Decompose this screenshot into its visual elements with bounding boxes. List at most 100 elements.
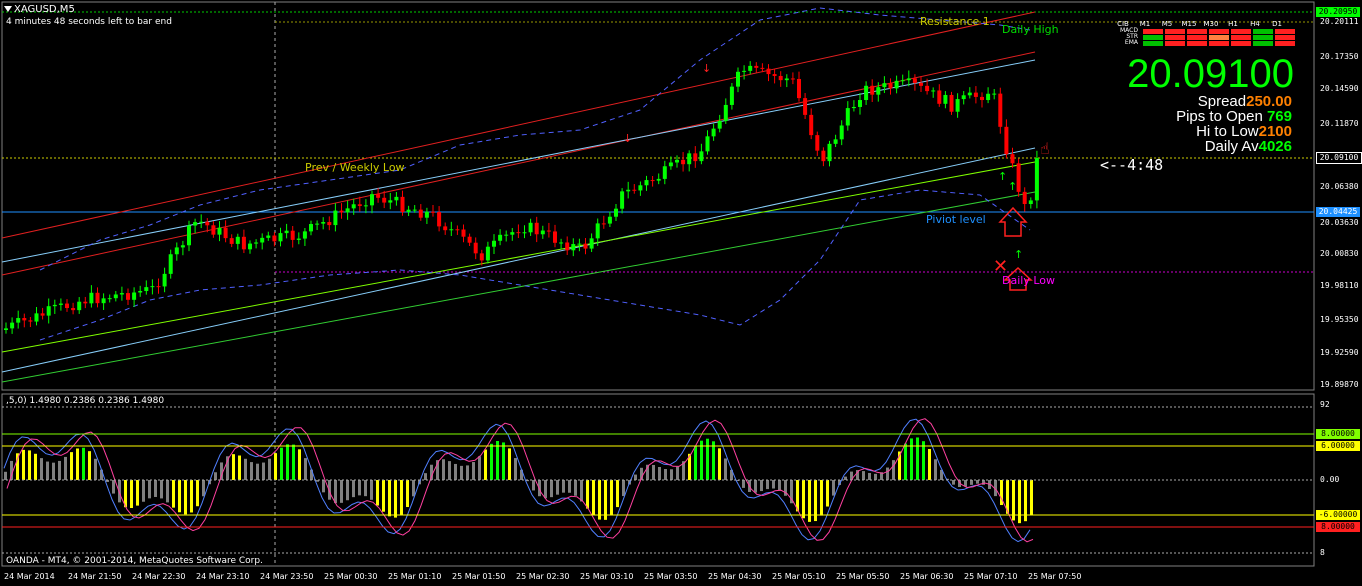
oscillator-bar [154,480,157,497]
candle-body [650,180,655,182]
candle-body [864,85,869,101]
candle-body [668,162,673,167]
candle-body [973,92,978,97]
weekly-low-label: Prev / Weekly Low [305,161,405,174]
candle-body [833,139,838,144]
oscillator-bar [346,480,349,501]
oscillator-bar [832,480,835,496]
ind-tag-up2: 6.00000 [1316,441,1360,451]
oscillator-bar [604,480,607,520]
time-axis-label: 25 Mar 07:10 [964,572,1018,581]
candle-body [742,70,747,72]
candle-body [467,236,472,243]
oscillator-bar [376,480,379,506]
pivot-tag: 20.04425 [1316,207,1360,217]
oscillator-bar [820,480,823,516]
candle-body [644,180,649,186]
oscillator-bar [712,441,715,480]
mtf-cell [1253,28,1273,34]
candle-body [900,80,905,82]
candle-body [723,104,728,121]
candle-body [77,301,82,311]
oscillator-bar [268,458,271,480]
candle-body [1022,191,1027,205]
candle-body [138,290,143,293]
oscillator-bar [46,461,49,480]
candle-body [492,240,496,247]
candle-body [485,246,490,261]
oscillator-bar [112,480,115,494]
candle-body [925,85,930,92]
candle-body [400,196,405,213]
oscillator-bar [1012,480,1015,521]
chevron-down-icon[interactable] [4,6,12,12]
daily-high-tag: 20.20950 [1316,7,1360,17]
candle-body [906,78,911,81]
candle-body [504,234,509,236]
candle-body [851,106,856,109]
mtf-cell [1275,34,1295,40]
candle-body [614,208,618,217]
oscillator-bar [826,480,829,507]
buy-arrow-icon: ↑ [1008,180,1017,193]
candle-body [943,94,948,104]
candle-body [638,185,643,191]
mtf-header: CIB M1 M5 M15 M30 H1 H4 D1 [1112,20,1296,28]
candle-body [302,231,307,239]
candle-body [199,221,204,223]
oscillator-bar [742,480,745,488]
oscillator-bar [592,480,595,516]
candle-body [65,303,69,309]
candle-body [961,95,966,100]
ind-tag-dn2: 8.00000 [1316,522,1360,532]
time-axis-label: 25 Mar 01:50 [452,572,506,581]
symbol-title[interactable]: XAGUSD,M5 [4,4,75,15]
oscillator-bar [382,480,385,512]
time-axis-label: 25 Mar 01:10 [388,572,442,581]
oscillator-bar [868,472,871,480]
oscillator-bar [280,447,283,480]
oscillator-bar [172,480,175,508]
candle-body [113,294,118,299]
oscillator-bar [490,443,493,480]
time-axis-label: 25 Mar 02:30 [516,572,570,581]
candle-body [58,303,63,305]
oscillator-bar [670,469,673,480]
price-axis-label: 20.06380 [1320,182,1359,191]
oscillator-bar [952,480,955,485]
oscillator-bar [274,453,277,480]
time-axis-label: 25 Mar 04:30 [708,572,762,581]
oscillator-bar [874,473,877,480]
time-axis-label: 24 Mar 23:10 [196,572,250,581]
candle-body [540,230,545,235]
ind-tag-up1: 8.00000 [1316,429,1360,439]
countdown-label: <--4:48 [1100,156,1164,174]
candle-body [382,197,387,203]
candle-body [119,293,124,295]
mtf-cell [1253,40,1273,46]
oscillator-bar [334,480,337,504]
candle-body [132,292,137,300]
mtf-cell [1165,34,1185,40]
price-axis-label: 20.00830 [1320,249,1359,258]
price-axis-label: 20.17350 [1320,52,1359,61]
candle-body [424,211,429,218]
candle-body [34,313,39,322]
channel-red-mid [1,51,1036,276]
mtf-header-cell: H1 [1228,20,1238,28]
candle-body [845,108,850,126]
candle-body [412,209,417,211]
oscillator-bar [586,480,589,509]
oscillator-bar [22,449,25,480]
candle-body [46,306,51,316]
oscillator-bar [472,462,475,480]
candle-body [595,223,600,239]
candle-body [912,78,917,83]
oscillator-bar [886,467,889,480]
candle-body [546,230,551,232]
candle-body [174,247,179,255]
ind-axis-top: 92 [1320,400,1330,409]
mtf-header-cell: M30 [1203,20,1219,28]
mtf-cell [1143,34,1163,40]
oscillator-bar [136,480,139,506]
